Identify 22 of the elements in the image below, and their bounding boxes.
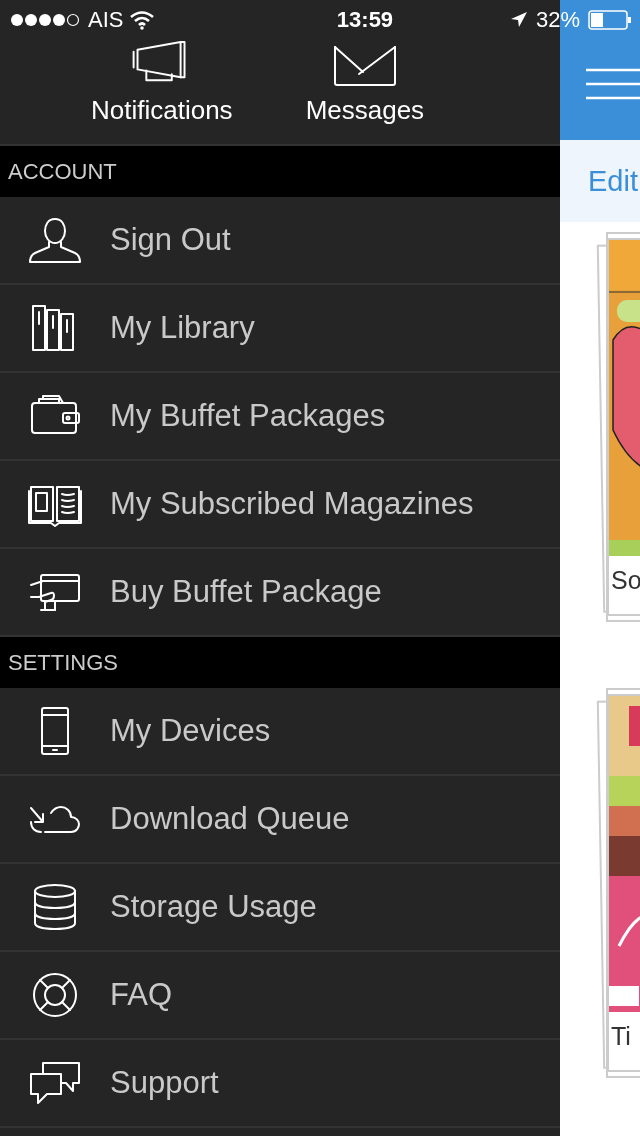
- messages-button[interactable]: Messages: [305, 40, 425, 140]
- wifi-icon: [129, 10, 156, 30]
- magazine-cover[interactable]: So: [607, 238, 640, 616]
- section-header: ACCOUNT: [0, 146, 560, 197]
- magazine-cover[interactable]: Ti: [607, 694, 640, 1072]
- battery-icon: [588, 10, 632, 30]
- menu-item[interactable]: FAQ: [0, 952, 560, 1040]
- carrier-name: AIS: [88, 7, 124, 33]
- location-arrow-icon: [509, 11, 528, 29]
- section-header: SETTINGS: [0, 637, 560, 688]
- menu-item[interactable]: My Library: [0, 285, 560, 373]
- magazine-title: So: [610, 565, 640, 595]
- menu-item[interactable]: My Buffet Packages: [0, 373, 560, 461]
- clock-time: 13:59: [335, 7, 395, 33]
- menu-item[interactable]: My Subscribed Magazines: [0, 461, 560, 549]
- menu-icon: [586, 68, 640, 100]
- envelope-icon: [332, 45, 397, 87]
- signal-icon: [10, 13, 82, 27]
- person-icon: [27, 215, 83, 265]
- notifications-button[interactable]: Notifications: [91, 40, 233, 140]
- magazine-title: Ti: [610, 1021, 631, 1051]
- menu-item[interactable]: Storage Usage: [0, 864, 560, 952]
